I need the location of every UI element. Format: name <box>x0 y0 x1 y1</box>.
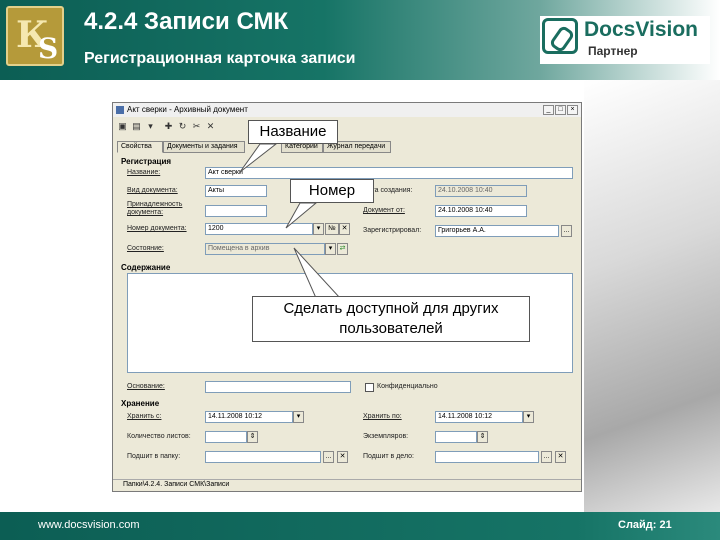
callout-tail-name <box>239 143 278 173</box>
slide-number: Слайд: 21 <box>618 519 672 531</box>
callout-tails <box>239 143 342 299</box>
footer-url[interactable]: www.docsvision.com <box>38 519 139 531</box>
callout-name: Название <box>248 120 338 144</box>
callout-tail-share <box>293 247 342 299</box>
callout-tail-number <box>285 202 318 229</box>
callout-number: Номер <box>290 179 374 203</box>
callout-share: Сделать доступной для других пользовател… <box>252 296 530 342</box>
slide-footer: www.docsvision.com Слайд: 21 <box>0 512 720 540</box>
